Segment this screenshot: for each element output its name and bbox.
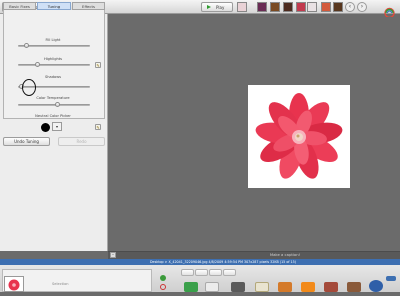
email-icon[interactable] [205, 282, 219, 292]
eyedropper-button[interactable]: ✎ [95, 124, 101, 130]
tab-tuning[interactable]: Tuning [37, 2, 71, 10]
filmstrip-thumbnail[interactable] [321, 2, 331, 12]
edit-tabs: Basic Fixes Tuning Effects [3, 2, 105, 10]
filmstrip-thumbnail[interactable] [296, 2, 306, 12]
play-label: Play [216, 4, 225, 10]
chevron-left-icon: ‹ [348, 3, 352, 10]
auto-contrast-button[interactable]: ✎ [95, 62, 101, 68]
filmstrip-thumbnail[interactable] [237, 2, 247, 12]
collage-icon[interactable] [324, 282, 338, 292]
geotag-icon[interactable] [369, 280, 383, 292]
selection-label: Selection [52, 282, 69, 286]
fill-light-slider[interactable] [18, 45, 90, 47]
fill-light-slider-handle[interactable] [23, 43, 29, 48]
fill-light-label: Fill Light [45, 38, 61, 42]
eyedropper-icon: ✎ [96, 63, 100, 68]
chevron-down-icon: ▾ [55, 124, 58, 129]
highlights-slider[interactable] [18, 64, 90, 66]
color-picker-dropdown[interactable]: ▾ [52, 122, 62, 131]
play-icon [207, 5, 211, 9]
color-temperature-label: Color Temperature [36, 96, 70, 100]
clear-icon[interactable] [160, 284, 166, 290]
selection-tray [2, 269, 152, 292]
blogger-icon[interactable] [301, 282, 315, 292]
filmstrip-thumbnail[interactable] [257, 2, 267, 12]
neutral-color-picker-label: Neutral Color Picker [35, 114, 71, 118]
previous-photo-button[interactable]: ‹ [345, 2, 355, 12]
shop-icon[interactable] [278, 282, 292, 292]
color-temperature-slider-handle[interactable] [54, 102, 60, 107]
chevron-right-icon: › [360, 3, 364, 10]
play-button[interactable]: Play [201, 2, 233, 12]
upload-icon[interactable] [184, 282, 198, 292]
share-button[interactable] [386, 276, 396, 281]
selection-thumbnail[interactable] [4, 276, 24, 292]
filmstrip-thumbnail-selected[interactable] [307, 2, 317, 12]
filmstrip-thumbnail[interactable] [333, 2, 343, 12]
folder-icon[interactable] [255, 282, 269, 292]
next-photo-button[interactable]: › [357, 2, 367, 12]
redo-button[interactable]: Redo [58, 137, 105, 146]
email-button[interactable] [195, 269, 208, 276]
upload-button[interactable] [181, 269, 194, 276]
filmstrip-thumbnail[interactable] [283, 2, 293, 12]
flower-image [255, 93, 343, 179]
undo-tuning-button[interactable]: Undo Tuning [3, 137, 50, 146]
movie-icon[interactable] [347, 282, 361, 292]
export-button[interactable] [223, 269, 236, 276]
photo-preview[interactable] [248, 85, 350, 188]
tab-effects[interactable]: Effects [72, 2, 105, 10]
filmstrip-thumbnail[interactable] [270, 2, 280, 12]
highlights-label: Highlights [43, 57, 63, 61]
tab-basic-fixes[interactable]: Basic Fixes [3, 2, 36, 10]
picasa-logo-icon [384, 2, 395, 19]
hold-icon[interactable] [160, 275, 166, 281]
eyedropper-icon: ✎ [96, 125, 100, 130]
print-button[interactable] [209, 269, 222, 276]
caption-toggle-button[interactable]: – [110, 252, 116, 258]
picked-color-swatch[interactable] [41, 123, 50, 132]
print-icon[interactable] [231, 282, 245, 292]
highlight-annotation-circle [22, 79, 36, 96]
minus-icon: – [112, 252, 114, 257]
caption-bar [108, 251, 400, 259]
caption-input[interactable]: Make a caption! [255, 251, 315, 259]
